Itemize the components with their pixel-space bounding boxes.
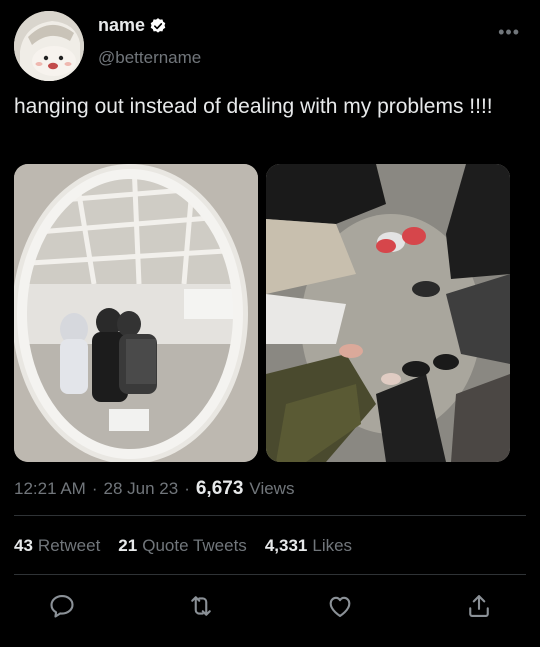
quotes-label: Quote Tweets [142, 536, 247, 555]
views-count: 6,673 [195, 478, 244, 499]
tweet-text: hanging out instead of dealing with my p… [14, 95, 493, 118]
views-label: Views [249, 479, 295, 498]
verified-badge-icon [150, 17, 166, 33]
reply-button[interactable] [48, 592, 78, 622]
reply-icon [50, 595, 74, 618]
retweets-count: 43 [14, 536, 33, 555]
engagement-stats: 43 Retweet 21 Quote Tweets 4,331 Likes [14, 536, 352, 556]
share-icon [469, 595, 489, 617]
divider [14, 515, 526, 516]
meta-separator: · [91, 479, 98, 498]
share-button[interactable] [465, 592, 495, 622]
retweets-stat[interactable]: 43 Retweet [14, 536, 100, 556]
meta-separator: · [184, 479, 190, 498]
action-bar [0, 592, 540, 628]
like-button[interactable] [326, 592, 356, 622]
author-name[interactable]: name [98, 15, 145, 36]
tweet-date[interactable]: 28 Jun 23 [104, 479, 179, 499]
author-handle[interactable]: @bettername [98, 48, 201, 68]
retweet-icon [191, 596, 211, 616]
quotes-stat[interactable]: 21 Quote Tweets [118, 536, 247, 556]
photo-feet-circle[interactable] [266, 164, 510, 462]
divider [14, 574, 526, 575]
likes-count: 4,331 [264, 536, 308, 555]
avatar-illustration [14, 11, 84, 81]
media-grid [14, 164, 510, 462]
more-icon[interactable]: ••• [498, 22, 520, 43]
avatar[interactable] [14, 11, 84, 81]
tweet-meta: 12:21 AM · 28 Jun 23 · 6,673 Views [14, 478, 294, 500]
likes-label: Likes [312, 536, 353, 555]
retweets-label: Retweet [37, 536, 101, 555]
retweet-button[interactable] [187, 592, 217, 622]
tweet-time[interactable]: 12:21 AM [14, 479, 86, 499]
author-name-row[interactable]: name [98, 15, 167, 36]
quotes-count: 21 [118, 536, 138, 555]
likes-stat[interactable]: 4,331 Likes [265, 536, 352, 556]
photo-mirror-selfie[interactable] [14, 164, 258, 462]
heart-icon [329, 596, 351, 617]
